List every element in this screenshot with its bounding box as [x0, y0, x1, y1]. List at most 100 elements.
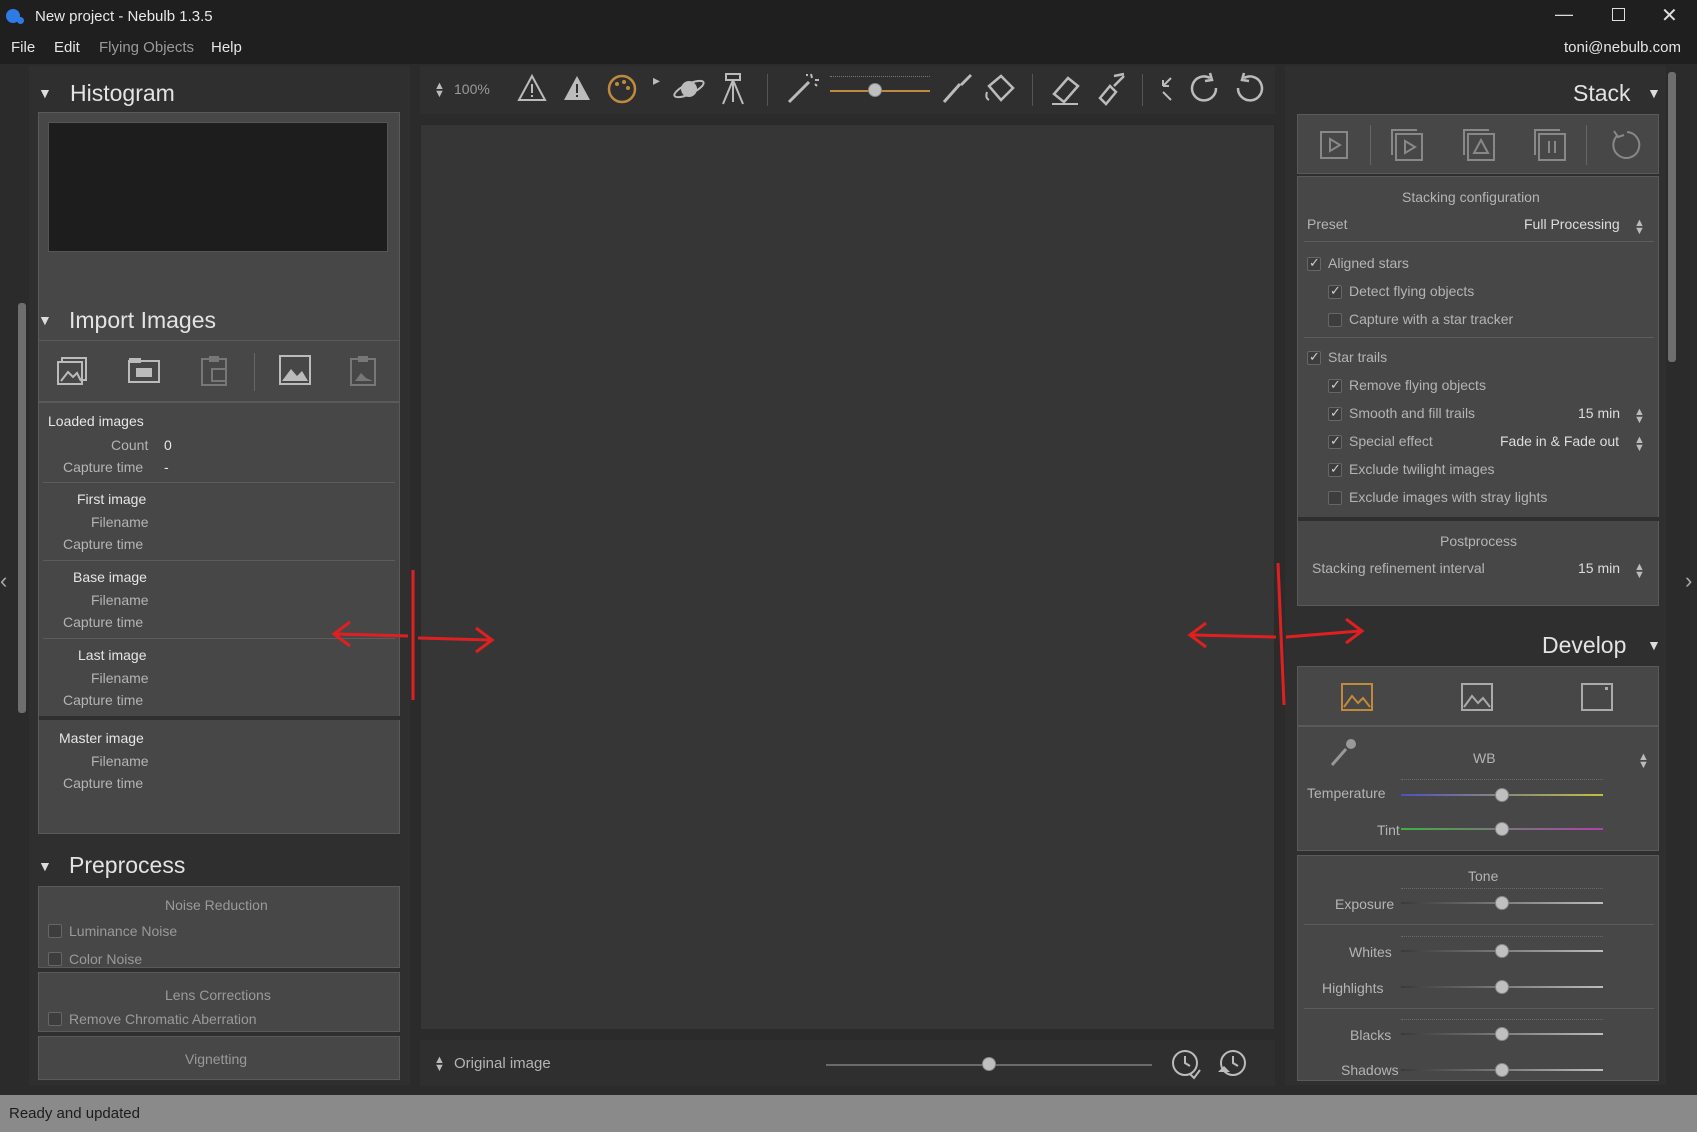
highlights-knob[interactable] — [1495, 980, 1509, 994]
exposure-knob[interactable] — [1495, 896, 1509, 910]
shadows-slider[interactable] — [1401, 1055, 1603, 1077]
compare-slider[interactable] — [826, 1057, 1152, 1073]
blacks-knob[interactable] — [1495, 1027, 1509, 1041]
blacks-slider[interactable] — [1401, 1019, 1603, 1041]
tint-slider[interactable] — [1401, 817, 1603, 837]
star-tracker-label[interactable]: Capture with a star tracker — [1349, 311, 1513, 327]
chromatic-aberration-label[interactable]: Remove Chromatic Aberration — [69, 1011, 257, 1027]
history-forward-icon[interactable] — [1170, 1048, 1202, 1080]
fill-bucket-icon[interactable] — [983, 72, 1017, 106]
detect-flying-objects-label[interactable]: Detect flying objects — [1349, 283, 1474, 299]
minimize-button[interactable]: — — [1555, 4, 1573, 25]
image-viewer[interactable] — [420, 124, 1275, 1030]
account-email[interactable]: toni@nebulb.com — [1564, 39, 1681, 56]
smooth-trails-label[interactable]: Smooth and fill trails — [1349, 405, 1475, 421]
undo-icon[interactable] — [1232, 72, 1266, 106]
stack-play-icon[interactable] — [1320, 131, 1348, 159]
refinement-interval-value[interactable]: 15 min — [1578, 560, 1620, 576]
stack-reset-icon[interactable] — [1610, 129, 1642, 161]
shadow-warning-icon[interactable] — [562, 74, 592, 102]
exclude-twilight-label[interactable]: Exclude twilight images — [1349, 461, 1495, 477]
zoom-stepper-icon[interactable]: ▲ ▼ — [434, 81, 445, 100]
whites-knob[interactable] — [1495, 944, 1509, 958]
special-effect-stepper-icon[interactable]: ▲ ▼ — [1634, 435, 1645, 454]
preprocess-collapse-icon[interactable]: ▼ — [38, 858, 52, 874]
histogram-collapse-icon[interactable]: ▼ — [38, 85, 52, 101]
exclude-twilight-checkbox[interactable] — [1328, 461, 1342, 477]
import-master-icon[interactable] — [349, 355, 379, 387]
color-noise-checkbox[interactable] — [48, 952, 62, 966]
star-tracker-checkbox[interactable] — [1328, 313, 1342, 327]
smooth-trails-checkbox[interactable] — [1328, 405, 1342, 421]
refinement-interval-stepper-icon[interactable]: ▲ ▼ — [1634, 562, 1645, 581]
view-mode-label[interactable]: Original image — [454, 1055, 551, 1072]
history-back-icon[interactable] — [1216, 1048, 1248, 1080]
eyedropper-icon[interactable] — [1328, 737, 1358, 767]
smooth-trails-stepper-icon[interactable]: ▲ ▼ — [1634, 407, 1645, 426]
stack-pause-icon[interactable] — [1534, 129, 1566, 161]
palette-dropdown-icon[interactable]: ▸ — [653, 72, 660, 89]
toolbar-slider[interactable] — [830, 76, 930, 104]
stack-play-all-icon[interactable] — [1391, 129, 1423, 161]
brush-icon[interactable] — [940, 72, 974, 106]
import-image-icon[interactable] — [279, 355, 311, 385]
aligned-stars-label[interactable]: Aligned stars — [1328, 255, 1409, 271]
clean-brush-icon[interactable] — [1094, 72, 1128, 106]
import-folder-icon[interactable] — [128, 357, 160, 383]
magic-wand-icon[interactable] — [785, 72, 819, 106]
collapse-icon[interactable] — [1157, 74, 1181, 104]
maximize-button[interactable] — [1612, 8, 1625, 21]
star-trails-label[interactable]: Star trails — [1328, 349, 1387, 365]
menu-flying-objects[interactable]: Flying Objects — [99, 39, 194, 56]
special-effect-checkbox[interactable] — [1328, 433, 1342, 449]
zoom-value[interactable]: 100% — [454, 81, 490, 97]
preset-value[interactable]: Full Processing — [1524, 216, 1620, 232]
luminance-noise-label[interactable]: Luminance Noise — [69, 923, 177, 939]
aligned-stars-checkbox[interactable] — [1307, 255, 1321, 271]
develop-frame-icon[interactable] — [1581, 683, 1613, 711]
compare-slider-knob[interactable] — [982, 1057, 996, 1071]
tripod-icon[interactable] — [718, 72, 748, 106]
exclude-stray-lights-checkbox[interactable] — [1328, 491, 1342, 505]
shadows-knob[interactable] — [1495, 1063, 1509, 1077]
import-clipboard-icon[interactable] — [200, 355, 230, 387]
import-photos-icon[interactable] — [57, 355, 89, 385]
view-mode-stepper-icon[interactable]: ▲ ▼ — [434, 1055, 445, 1074]
menu-edit[interactable]: Edit — [54, 39, 80, 56]
special-effect-label[interactable]: Special effect — [1349, 433, 1433, 449]
tint-knob[interactable] — [1495, 822, 1509, 836]
stack-process-icon[interactable] — [1463, 129, 1495, 161]
chromatic-aberration-checkbox[interactable] — [48, 1012, 62, 1026]
whites-slider[interactable] — [1401, 936, 1603, 958]
smooth-trails-value[interactable]: 15 min — [1578, 405, 1620, 421]
remove-flying-objects-label[interactable]: Remove flying objects — [1349, 377, 1486, 393]
develop-image-icon[interactable] — [1461, 683, 1493, 711]
slider-knob[interactable] — [868, 83, 882, 97]
highlights-slider[interactable] — [1401, 972, 1603, 994]
left-scrollbar[interactable] — [18, 303, 26, 713]
right-scrollbar[interactable] — [1668, 72, 1676, 362]
detect-flying-objects-checkbox[interactable] — [1328, 283, 1342, 299]
color-palette-icon[interactable] — [607, 74, 637, 104]
special-effect-value[interactable]: Fade in & Fade out — [1500, 433, 1619, 449]
planet-icon[interactable] — [672, 74, 706, 104]
luminance-noise-checkbox[interactable] — [48, 924, 62, 938]
menu-file[interactable]: File — [11, 39, 35, 56]
exclude-stray-lights-label[interactable]: Exclude images with stray lights — [1349, 489, 1547, 505]
remove-flying-objects-checkbox[interactable] — [1328, 377, 1342, 393]
exposure-slider[interactable] — [1401, 888, 1603, 910]
star-trails-checkbox[interactable] — [1307, 349, 1321, 365]
close-button[interactable]: ✕ — [1661, 3, 1678, 28]
right-panel-collapse-icon[interactable]: › — [1685, 568, 1692, 594]
eraser-icon[interactable] — [1048, 72, 1082, 106]
develop-collapse-icon[interactable]: ▼ — [1647, 637, 1661, 653]
redo-icon[interactable] — [1188, 72, 1222, 106]
left-panel-collapse-icon[interactable]: ‹ — [0, 568, 7, 594]
preset-stepper-icon[interactable]: ▲ ▼ — [1634, 218, 1645, 237]
import-collapse-icon[interactable]: ▼ — [38, 312, 52, 328]
menu-help[interactable]: Help — [211, 39, 242, 56]
temperature-knob[interactable] — [1495, 788, 1509, 802]
temperature-slider[interactable] — [1401, 779, 1603, 803]
stack-collapse-icon[interactable]: ▼ — [1647, 85, 1661, 101]
wb-stepper-icon[interactable]: ▲ ▼ — [1638, 752, 1649, 771]
